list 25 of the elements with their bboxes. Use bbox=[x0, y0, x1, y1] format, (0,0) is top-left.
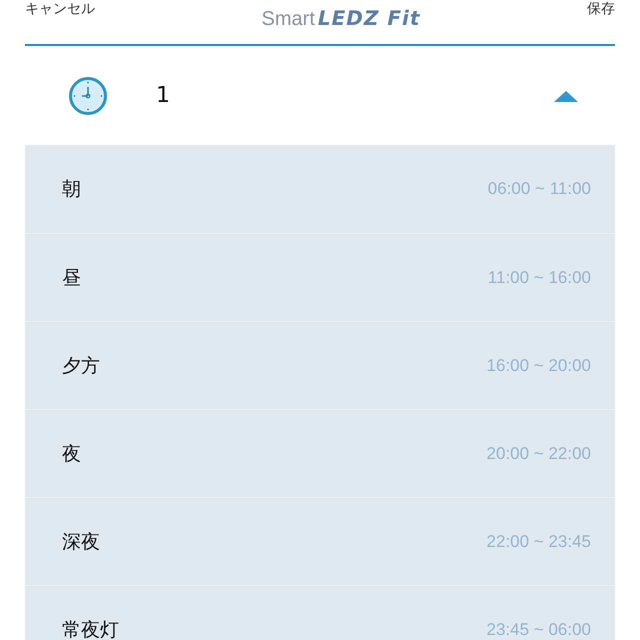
save-button[interactable]: 保存 bbox=[587, 0, 615, 18]
period-name: 夜 bbox=[62, 442, 81, 466]
period-time: 06:00 ~ 11:00 bbox=[488, 179, 591, 199]
period-row[interactable]: 夜 20:00 ~ 22:00 bbox=[25, 409, 615, 497]
logo-text: Smart bbox=[262, 8, 315, 31]
caret-icon[interactable] bbox=[554, 90, 578, 102]
logo-text: LEDZ Fit bbox=[318, 6, 420, 30]
period-time: 22:00 ~ 23:45 bbox=[486, 532, 591, 552]
cancel-button[interactable]: キャンセル bbox=[25, 0, 95, 18]
period-name: 夕方 bbox=[62, 354, 100, 378]
period-name: 朝 bbox=[62, 177, 81, 202]
period-row[interactable]: 深夜 22:00 ~ 23:45 bbox=[25, 497, 615, 585]
period-name: 常夜灯 bbox=[62, 618, 119, 640]
period-row[interactable]: 常夜灯 23:45 ~ 06:00 bbox=[25, 585, 615, 640]
schedule-number: 1 bbox=[156, 83, 170, 108]
clock-icon bbox=[68, 76, 108, 116]
period-time: 11:00 ~ 16:00 bbox=[488, 268, 591, 288]
period-name: 深夜 bbox=[62, 530, 100, 554]
period-time: 20:00 ~ 22:00 bbox=[486, 444, 591, 464]
period-time: 23:45 ~ 06:00 bbox=[486, 620, 591, 640]
period-row[interactable]: 朝 06:00 ~ 11:00 bbox=[25, 145, 615, 233]
period-time: 16:00 ~ 20:00 bbox=[486, 356, 591, 376]
period-name: 昼 bbox=[62, 266, 81, 290]
period-row[interactable]: 夕方 16:00 ~ 20:00 bbox=[25, 321, 615, 409]
period-row[interactable]: 昼 11:00 ~ 16:00 bbox=[25, 233, 615, 321]
